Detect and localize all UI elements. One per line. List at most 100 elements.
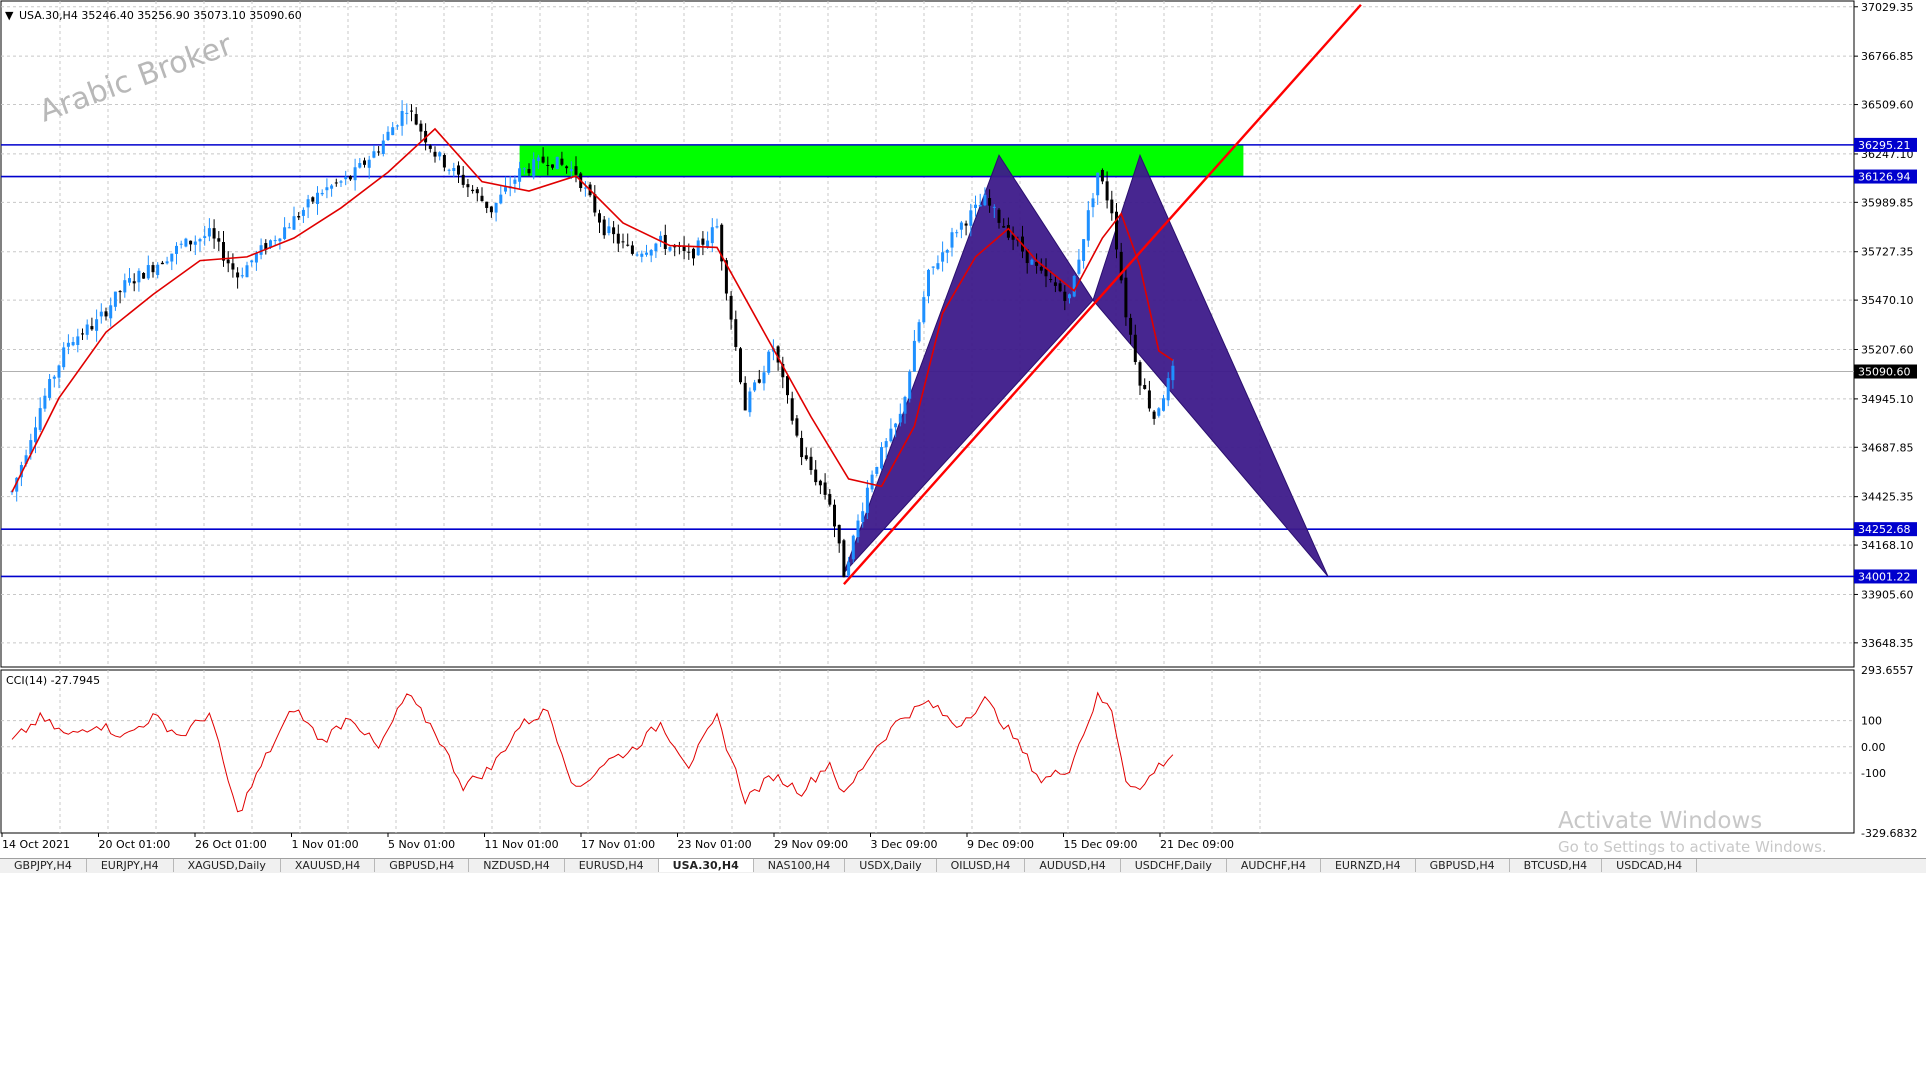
candle-body: [1162, 398, 1165, 411]
time-tick-label: 20 Oct 01:00: [99, 838, 171, 851]
candle-body: [1171, 365, 1175, 381]
candle-body: [645, 252, 648, 255]
candle-body: [1086, 210, 1090, 241]
symbol-tab[interactable]: EURUSD,H4: [565, 859, 659, 872]
candle-body: [757, 379, 761, 383]
time-tick-label: 15 Dec 09:00: [1064, 838, 1138, 851]
candle-body: [894, 423, 898, 428]
candle-body: [983, 194, 987, 206]
candle-body: [696, 240, 700, 256]
candle-body: [560, 158, 564, 165]
candle-body: [527, 169, 531, 174]
candle-body: [616, 233, 620, 244]
candle-body: [381, 140, 385, 154]
candle-body: [847, 562, 851, 576]
candle-body: [1124, 277, 1128, 318]
symbol-tab[interactable]: BTCUSD,H4: [1510, 859, 1603, 872]
candle-body: [1143, 384, 1147, 389]
symbol-tab[interactable]: GBPUSD,H4: [1416, 859, 1510, 872]
candle-body: [1082, 239, 1086, 261]
cci-tick-label: -100: [1861, 767, 1886, 780]
symbol-tab[interactable]: GBPJPY,H4: [0, 859, 87, 872]
symbol-tab[interactable]: NZDUSD,H4: [469, 859, 565, 872]
cci-plot-background: [0, 669, 1855, 834]
candle-body: [955, 232, 959, 234]
triangle-down-icon[interactable]: ▼: [5, 9, 14, 22]
candle-body: [471, 189, 475, 192]
candle-body: [945, 250, 949, 253]
time-tick-label: 26 Oct 01:00: [195, 838, 267, 851]
candle-body: [889, 428, 893, 442]
candle-body: [884, 441, 888, 448]
candle-body: [146, 265, 150, 279]
candle-body: [179, 243, 183, 245]
candle-body: [419, 123, 423, 132]
candle-body: [630, 245, 634, 254]
symbol-tab[interactable]: EURNZD,H4: [1321, 859, 1416, 872]
candle-body: [442, 155, 446, 168]
candle-body: [165, 261, 169, 264]
candle-body: [301, 209, 305, 216]
time-tick-label: 23 Nov 01:00: [678, 838, 752, 851]
candle-body: [536, 157, 540, 162]
candle-body: [931, 266, 935, 268]
cci-tick-label: 293.6557: [1861, 664, 1914, 677]
candle-body: [386, 131, 390, 140]
candle-body: [278, 238, 282, 242]
candle-body: [123, 280, 127, 293]
candle-body: [532, 159, 536, 177]
candle-body: [499, 194, 503, 204]
candle-body: [466, 184, 470, 188]
symbol-tab[interactable]: USA.30,H4: [658, 859, 754, 872]
candle-body: [1105, 181, 1109, 201]
candle-body: [574, 166, 578, 175]
symbol-tab[interactable]: XAUUSD,H4: [281, 859, 376, 872]
price-tick-label: 35727.35: [1861, 246, 1914, 259]
symbol-tab[interactable]: USDX,Daily: [845, 859, 937, 872]
candle-body: [113, 291, 117, 307]
symbol-tab[interactable]: NAS100,H4: [754, 859, 846, 872]
candle-body: [687, 251, 691, 253]
candle-body: [236, 272, 240, 278]
candle-body: [865, 487, 869, 513]
candle-body: [602, 219, 606, 236]
candle-body: [250, 260, 254, 263]
candle-body: [203, 236, 207, 239]
candle-body: [1006, 225, 1010, 238]
candle-body: [626, 244, 630, 246]
symbol-tab[interactable]: AUDCHF,H4: [1227, 859, 1321, 872]
symbol-tab[interactable]: XAGUSD,Daily: [174, 859, 281, 872]
chart[interactable]: 37029.3536766.8536509.6036247.1035989.85…: [0, 0, 1926, 858]
candle-body: [38, 408, 42, 430]
candle-body: [522, 168, 526, 170]
candle-body: [339, 181, 343, 183]
candle-body: [851, 535, 855, 560]
symbol-tab[interactable]: USDCAD,H4: [1602, 859, 1698, 872]
candle-body: [348, 176, 352, 180]
symbol-tab[interactable]: AUDUSD,H4: [1025, 859, 1121, 872]
candle-body: [555, 156, 559, 170]
candle-body: [541, 156, 545, 163]
candle-body: [607, 226, 611, 234]
candle-body: [875, 466, 879, 474]
candle-body: [880, 447, 883, 469]
candle-body: [377, 151, 381, 153]
candle-body: [870, 474, 874, 490]
candle-body: [941, 252, 945, 262]
candle-body: [316, 192, 319, 204]
candle-body: [1157, 408, 1161, 416]
symbol-tab[interactable]: USDCHF,Daily: [1121, 859, 1227, 872]
symbol-tab[interactable]: GBPUSD,H4: [375, 859, 470, 872]
candle-body: [762, 372, 766, 384]
candle-body: [753, 382, 757, 391]
candle-body: [1096, 172, 1100, 196]
candle-body: [57, 365, 61, 378]
candle-body: [156, 264, 160, 276]
price-tick-label: 33905.60: [1861, 588, 1914, 601]
price-tick-label: 36766.85: [1861, 50, 1914, 63]
symbol-tab[interactable]: OILUSD,H4: [937, 859, 1026, 872]
time-tick-label: 1 Nov 01:00: [292, 838, 359, 851]
symbol-tab[interactable]: EURJPY,H4: [87, 859, 174, 872]
price-axis: 37029.3536766.8536509.6036247.1035989.85…: [1854, 1, 1917, 650]
level-price-tag-label: 34001.22: [1858, 570, 1911, 583]
